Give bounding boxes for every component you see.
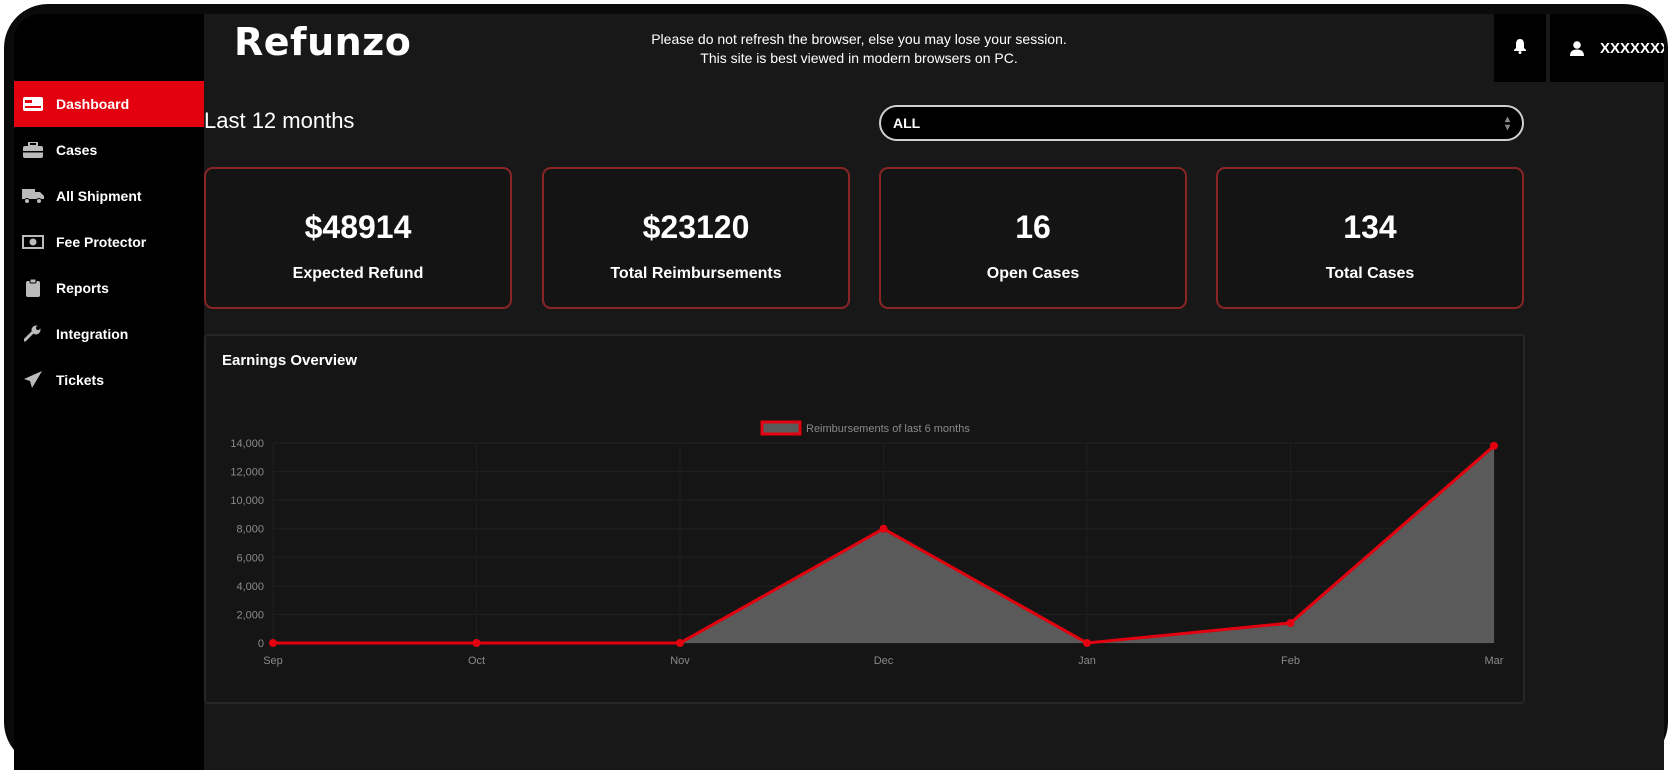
notifications-button[interactable]: [1494, 14, 1546, 82]
sidebar-item-label: Tickets: [56, 372, 104, 388]
user-name: XXXXXXX: [1600, 39, 1664, 57]
stat-card-expected-refund: $48914 Expected Refund: [204, 167, 512, 309]
stat-label: Total Reimbursements: [610, 265, 782, 282]
sidebar-item-label: Integration: [56, 326, 129, 342]
truck-icon: [22, 188, 44, 204]
user-menu[interactable]: XXXXXXX: [1550, 14, 1664, 82]
stat-value: $23120: [642, 209, 750, 245]
notice-line-2: This site is best viewed in modern brows…: [700, 50, 1018, 66]
briefcase-icon: [22, 142, 44, 158]
x-tick-label: Mar: [1485, 655, 1504, 667]
y-tick-label: 2,000: [236, 609, 264, 621]
earnings-chart: 0 2,000 4,000 6,000 8,000 10,000 12,000 14,000 S…: [230, 420, 1504, 667]
y-tick-label: 8,000: [236, 524, 264, 536]
sidebar-item-label: Reports: [56, 280, 109, 296]
paper-plane-icon: [22, 371, 44, 388]
sidebar-item-label: Fee Protector: [56, 234, 147, 250]
device-frame: Dashboard Cases All Shipment Fee Protect…: [0, 0, 1678, 770]
clipboard-icon: [22, 279, 44, 297]
sidebar-item-tickets[interactable]: Tickets: [14, 357, 204, 403]
period-filter-select[interactable]: ALL ▴ ▾: [879, 105, 1524, 141]
x-tick-label: Nov: [670, 655, 690, 667]
sidebar-item-all-shipment[interactable]: All Shipment: [14, 173, 204, 219]
sidebar-item-fee-protector[interactable]: Fee Protector: [14, 219, 204, 265]
card-icon: [22, 96, 44, 112]
y-tick-label: 14,000: [230, 438, 264, 450]
sidebar-item-cases[interactable]: Cases: [14, 127, 204, 173]
filter-selected-value: ALL: [893, 115, 921, 131]
data-point: [1286, 619, 1295, 627]
stat-label: Expected Refund: [292, 265, 424, 282]
sidebar-item-integration[interactable]: Integration: [14, 311, 204, 357]
stat-label: Total Cases: [1325, 265, 1415, 282]
stat-value: $48914: [304, 209, 412, 245]
data-point: [879, 524, 888, 533]
stat-value: 16: [1015, 209, 1051, 245]
x-tick-label: Oct: [468, 655, 485, 667]
wrench-icon: [22, 325, 44, 342]
sidebar-item-dashboard[interactable]: Dashboard: [14, 81, 204, 127]
stat-card-total-cases: 134 Total Cases: [1216, 167, 1524, 309]
sidebar-item-label: Dashboard: [56, 96, 130, 112]
money-icon: [22, 234, 44, 250]
x-tick-label: Feb: [1281, 655, 1300, 667]
data-point: [1490, 441, 1498, 450]
y-tick-label: 0: [258, 638, 264, 650]
sidebar-item-label: All Shipment: [56, 188, 142, 204]
legend-label: Reimbursements of last 6 months: [806, 423, 970, 435]
stat-label: Open Cases: [986, 265, 1080, 282]
y-tick-label: 6,000: [236, 552, 264, 564]
data-point: [472, 639, 481, 647]
sidebar-item-reports[interactable]: Reports: [14, 265, 204, 311]
y-tick-label: 12,000: [230, 467, 264, 479]
x-tick-label: Sep: [263, 655, 283, 667]
notice-line-1: Please do not refresh the browser, else …: [651, 31, 1067, 47]
stat-value: 134: [1343, 209, 1397, 245]
data-point: [1083, 639, 1091, 647]
y-tick-label: 4,000: [236, 581, 264, 593]
user-icon: [1570, 40, 1584, 56]
data-point: [676, 639, 684, 647]
browser-notice: Please do not refresh the browser, else …: [634, 30, 1084, 68]
data-point: [269, 639, 277, 647]
x-tick-label: Dec: [874, 655, 894, 667]
app-logo[interactable]: Refunzo: [234, 20, 411, 64]
top-header: Refunzo Please do not refresh the browse…: [204, 14, 1664, 82]
x-tick-label: Jan: [1078, 655, 1096, 667]
bell-icon: [1513, 38, 1527, 59]
page-title: Last 12 months: [204, 108, 355, 133]
sidebar-item-label: Cases: [56, 142, 98, 158]
legend-swatch: [760, 420, 802, 436]
stat-card-total-reimbursements: $23120 Total Reimbursements: [542, 167, 850, 309]
stat-card-open-cases: 16 Open Cases: [879, 167, 1187, 309]
earnings-overview-panel: Earnings Overview 0 2,000 4,000 6,000 8,000 1…: [204, 334, 1525, 704]
sidebar: Dashboard Cases All Shipment Fee Protect…: [14, 14, 204, 770]
y-tick-label: 10,000: [230, 495, 264, 507]
select-arrows-icon: ▴ ▾: [1504, 114, 1510, 133]
